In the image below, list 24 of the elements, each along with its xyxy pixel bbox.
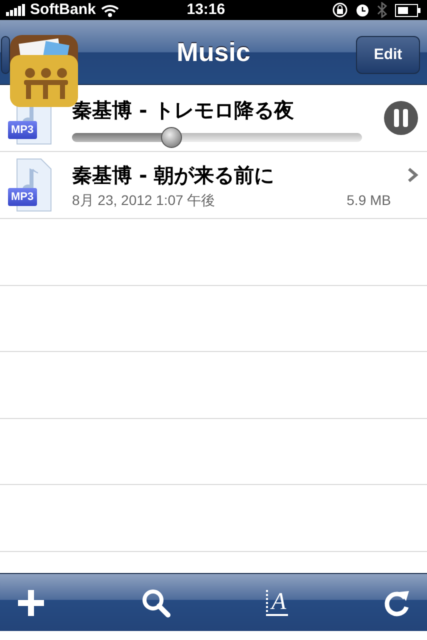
add-icon[interactable] — [16, 588, 46, 618]
file-row[interactable]: MP3 秦基博 - 朝が来る前に 8月 23, 2012 1:07 午後 5.9 MB — [0, 152, 427, 219]
file-row[interactable]: MP3 秦基博 - トレモロ降る夜 — [0, 85, 427, 152]
clock-time: 13:16 — [186, 0, 226, 20]
file-type-label: MP3 — [8, 188, 37, 206]
slider-thumb[interactable] — [160, 126, 182, 148]
file-type-label: MP3 — [8, 120, 37, 139]
wifi-icon — [100, 3, 120, 17]
file-size: 5.9 MB — [346, 190, 391, 210]
clock-icon — [356, 4, 369, 16]
carrier-name: SoftBank — [30, 0, 96, 20]
text-format-button[interactable]: A — [266, 590, 288, 616]
file-title: 秦基博 - 朝が来る前に — [72, 162, 276, 188]
file-date: 8月 23, 2012 1:07 午後 — [72, 190, 216, 210]
file-title: 秦基博 - トレモロ降る夜 — [72, 96, 296, 124]
edit-button[interactable]: Edit — [356, 36, 420, 74]
signal-icon — [6, 4, 26, 16]
pause-icon[interactable] — [383, 100, 419, 136]
back-button[interactable] — [1, 36, 10, 74]
bluetooth-icon — [377, 2, 387, 18]
nav-title: Music — [176, 36, 250, 68]
battery-icon — [395, 4, 421, 16]
rotation-lock-icon — [332, 2, 348, 18]
search-icon[interactable] — [140, 588, 171, 618]
